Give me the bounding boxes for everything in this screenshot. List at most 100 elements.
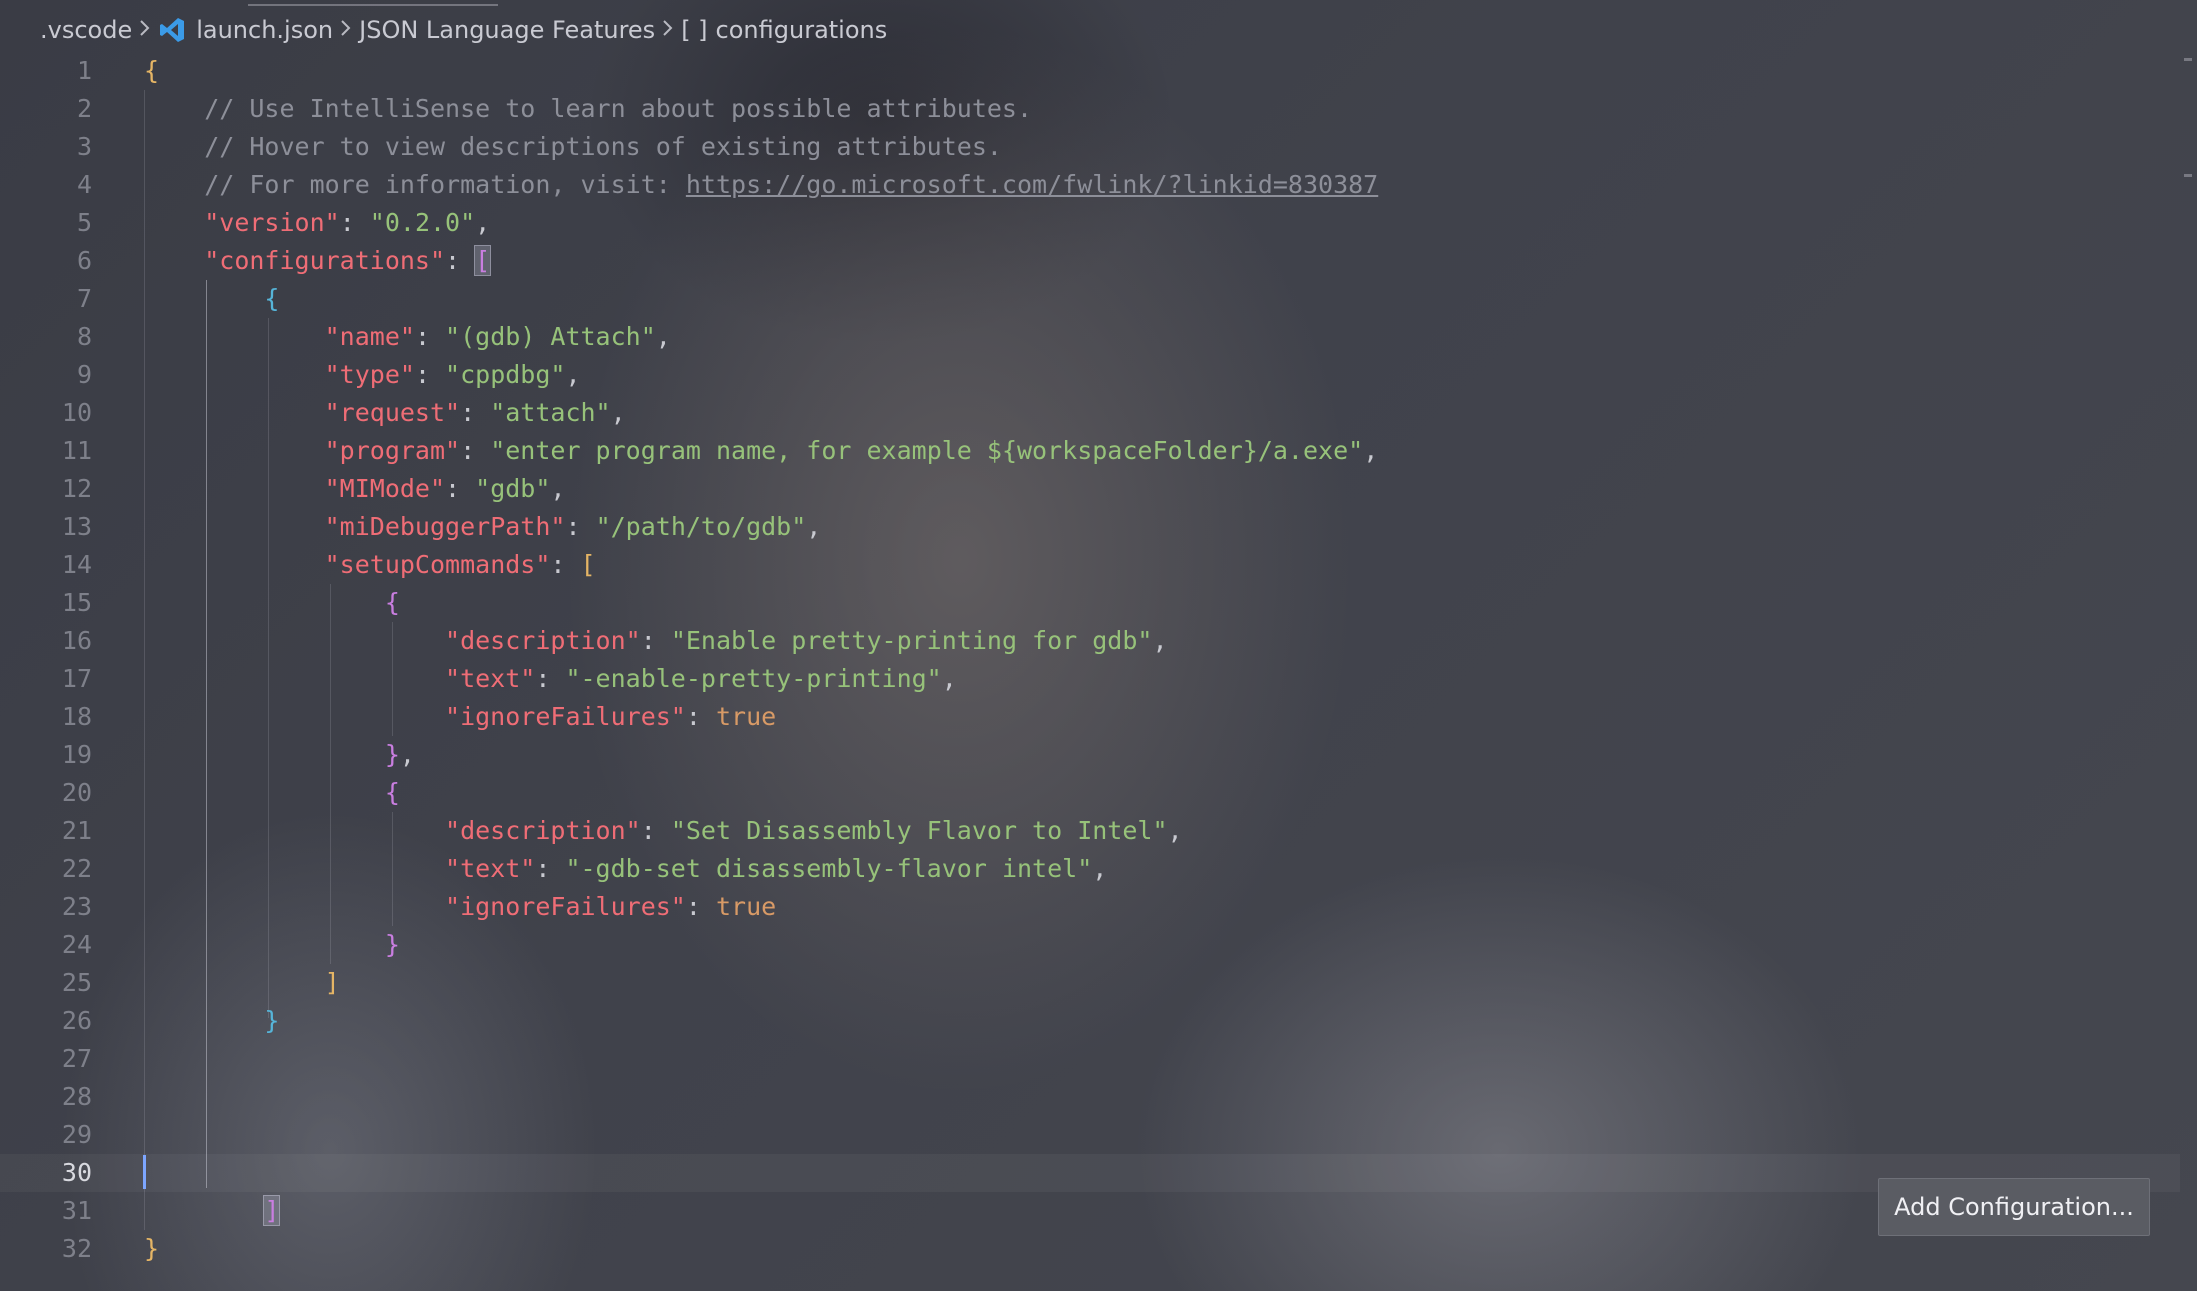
json-key: "version" xyxy=(204,208,340,237)
brace: } xyxy=(264,1006,280,1035)
json-value: true xyxy=(715,702,777,731)
code-line[interactable]: 6 "configurations": [ xyxy=(0,242,2180,280)
code-line[interactable]: 26 } xyxy=(0,1002,2180,1040)
json-value: "/path/to/gdb" xyxy=(595,512,807,541)
code-line[interactable]: 19 }, xyxy=(0,736,2180,774)
scrollbar-marker[interactable] xyxy=(2184,174,2192,177)
line-number: 5 xyxy=(76,208,92,237)
line-number: 10 xyxy=(61,398,92,427)
breadcrumb-folder[interactable]: .vscode xyxy=(40,16,132,44)
json-value: true xyxy=(715,892,777,921)
json-key: "ignoreFailures" xyxy=(445,892,686,921)
code-line[interactable]: 14 "setupCommands": [ xyxy=(0,546,2180,584)
text-cursor xyxy=(143,1155,146,1189)
code-line[interactable]: 27 xyxy=(0,1040,2180,1078)
json-key: "ignoreFailures" xyxy=(445,702,686,731)
code-line[interactable]: 21 "description": "Set Disassembly Flavo… xyxy=(0,812,2180,850)
code-line[interactable]: 12 "MIMode": "gdb", xyxy=(0,470,2180,508)
json-value: "attach" xyxy=(490,398,611,427)
breadcrumb-symbol[interactable]: configurations xyxy=(716,16,888,44)
line-number: 21 xyxy=(61,816,92,845)
json-value: "cppdbg" xyxy=(445,360,566,389)
line-number: 32 xyxy=(61,1234,92,1263)
json-key: "type" xyxy=(324,360,415,389)
json-key: "text" xyxy=(445,854,536,883)
code-line[interactable]: 20 { xyxy=(0,774,2180,812)
code-line[interactable]: 31 ] xyxy=(0,1192,2180,1230)
brace: } xyxy=(384,930,400,959)
code-line[interactable]: 29 xyxy=(0,1116,2180,1154)
line-number: 29 xyxy=(61,1120,92,1149)
breadcrumb: .vscode launch.json JSON Language Featur… xyxy=(40,12,887,48)
code-lines[interactable]: 1{ 2 // Use IntelliSense to learn about … xyxy=(0,52,2180,1268)
line-number: 4 xyxy=(76,170,92,199)
line-number: 24 xyxy=(61,930,92,959)
code-line[interactable]: 10 "request": "attach", xyxy=(0,394,2180,432)
editor-pane[interactable]: .vscode launch.json JSON Language Featur… xyxy=(0,0,2197,1291)
code-line[interactable]: 17 "text": "-enable-pretty-printing", xyxy=(0,660,2180,698)
line-number: 2 xyxy=(76,94,92,123)
brace: { xyxy=(264,284,280,313)
line-number: 31 xyxy=(61,1196,92,1225)
brace: } xyxy=(144,1234,160,1263)
chevron-right-icon xyxy=(138,16,152,44)
code-line[interactable]: 22 "text": "-gdb-set disassembly-flavor … xyxy=(0,850,2180,888)
line-number: 25 xyxy=(61,968,92,997)
code-line[interactable]: 25 ] xyxy=(0,964,2180,1002)
code-line[interactable]: 16 "description": "Enable pretty-printin… xyxy=(0,622,2180,660)
line-number: 6 xyxy=(76,246,92,275)
line-number: 18 xyxy=(61,702,92,731)
line-number: 27 xyxy=(61,1044,92,1073)
bracket-match: [ xyxy=(474,245,492,276)
code-line[interactable]: 1{ xyxy=(0,52,2180,90)
json-value: "Enable pretty-printing for gdb" xyxy=(670,626,1153,655)
code-line[interactable]: 5 "version": "0.2.0", xyxy=(0,204,2180,242)
line-number: 16 xyxy=(61,626,92,655)
json-value: "-enable-pretty-printing" xyxy=(565,664,942,693)
breadcrumb-file[interactable]: launch.json xyxy=(196,16,333,44)
code-line[interactable]: 24 } xyxy=(0,926,2180,964)
code-line[interactable]: 28 xyxy=(0,1078,2180,1116)
json-key: "program" xyxy=(324,436,461,465)
json-key: "request" xyxy=(324,398,461,427)
line-number: 7 xyxy=(76,284,92,313)
line-number: 26 xyxy=(61,1006,92,1035)
breadcrumb-feature[interactable]: JSON Language Features xyxy=(359,16,655,44)
scrollbar-marker[interactable] xyxy=(2184,58,2192,61)
line-number: 28 xyxy=(61,1082,92,1111)
line-number: 13 xyxy=(61,512,92,541)
code-line[interactable]: 4 // For more information, visit: https:… xyxy=(0,166,2180,204)
code-line-current[interactable]: 30 xyxy=(0,1154,2180,1192)
code-line[interactable]: 9 "type": "cppdbg", xyxy=(0,356,2180,394)
json-value: "enter program name, for example ${works… xyxy=(490,436,1364,465)
docs-link[interactable]: https://go.microsoft.com/fwlink/?linkid=… xyxy=(686,170,1378,199)
code-line[interactable]: 32} xyxy=(0,1230,2180,1268)
code-line[interactable]: 2 // Use IntelliSense to learn about pos… xyxy=(0,90,2180,128)
line-number: 23 xyxy=(61,892,92,921)
json-value: "-gdb-set disassembly-flavor intel" xyxy=(565,854,1093,883)
code-line[interactable]: 18 "ignoreFailures": true xyxy=(0,698,2180,736)
bracket: ] xyxy=(324,968,340,997)
code-line[interactable]: 7 { xyxy=(0,280,2180,318)
add-configuration-button[interactable]: Add Configuration... xyxy=(1878,1178,2150,1236)
line-number: 12 xyxy=(61,474,92,503)
bracket-match: ] xyxy=(263,1195,281,1226)
code-line[interactable]: 15 { xyxy=(0,584,2180,622)
json-key: "configurations" xyxy=(204,246,446,275)
code-line[interactable]: 13 "miDebuggerPath": "/path/to/gdb", xyxy=(0,508,2180,546)
comment: // For more information, visit: xyxy=(204,170,686,199)
code-line[interactable]: 11 "program": "enter program name, for e… xyxy=(0,432,2180,470)
json-value: "gdb" xyxy=(475,474,551,503)
code-line[interactable]: 3 // Hover to view descriptions of exist… xyxy=(0,128,2180,166)
json-key: "description" xyxy=(445,816,641,845)
line-number: 22 xyxy=(61,854,92,883)
code-line[interactable]: 23 "ignoreFailures": true xyxy=(0,888,2180,926)
line-number: 19 xyxy=(61,740,92,769)
json-key: "setupCommands" xyxy=(324,550,551,579)
line-number: 11 xyxy=(61,436,92,465)
code-line[interactable]: 8 "name": "(gdb) Attach", xyxy=(0,318,2180,356)
bracket: [ xyxy=(580,550,596,579)
array-symbol-icon: [ ] xyxy=(681,16,708,44)
line-number: 1 xyxy=(76,56,92,85)
brace: } xyxy=(384,740,400,769)
